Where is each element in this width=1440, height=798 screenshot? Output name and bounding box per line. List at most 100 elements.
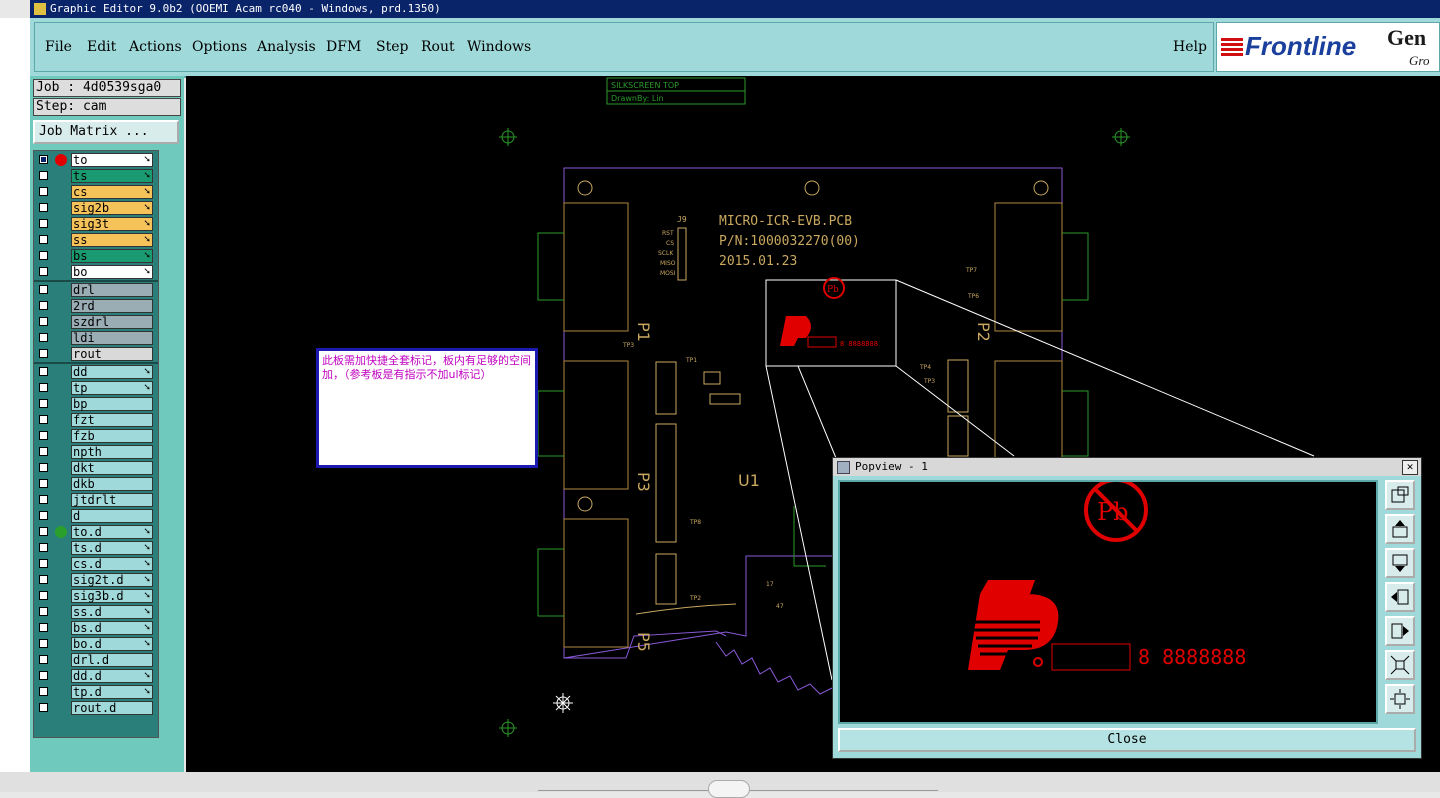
layer-row[interactable]: rout xyxy=(34,346,158,362)
layer-row[interactable]: tp ➘ xyxy=(34,380,158,396)
menu-rout[interactable]: Rout xyxy=(421,39,455,55)
layer-name[interactable]: fzb xyxy=(71,429,153,443)
layer-name[interactable]: ts ➘ xyxy=(71,169,153,183)
layer-checkbox[interactable] xyxy=(39,203,48,212)
layer-row[interactable]: dd ➘ xyxy=(34,364,158,380)
layer-checkbox[interactable] xyxy=(39,415,48,424)
layer-row[interactable]: cs ➘ xyxy=(34,184,158,200)
layer-checkbox[interactable] xyxy=(39,543,48,552)
layer-row[interactable]: ts.d ➘ xyxy=(34,540,158,556)
layer-name[interactable]: to.d ➘ xyxy=(71,525,153,539)
layer-name[interactable]: sig3t ➘ xyxy=(71,217,153,231)
layer-checkbox[interactable] xyxy=(39,367,48,376)
layer-name[interactable]: sig2b ➘ xyxy=(71,201,153,215)
layer-row[interactable]: fzb xyxy=(34,428,158,444)
layer-name[interactable]: bs ➘ xyxy=(71,249,153,263)
layer-name[interactable]: bo.d ➘ xyxy=(71,637,153,651)
layer-row[interactable]: drl xyxy=(34,282,158,298)
layer-checkbox[interactable] xyxy=(39,333,48,342)
layer-name[interactable]: bo ➘ xyxy=(71,265,153,279)
popview-close-icon[interactable]: ✕ xyxy=(1402,460,1418,475)
layer-row[interactable]: jtdrlt xyxy=(34,492,158,508)
popview-titlebar[interactable]: Popview - 1 ✕ xyxy=(833,458,1421,476)
menu-file[interactable]: File xyxy=(45,39,72,55)
layer-row[interactable]: ts ➘ xyxy=(34,168,158,184)
layer-row[interactable]: bo.d ➘ xyxy=(34,636,158,652)
layer-row[interactable]: npth xyxy=(34,444,158,460)
layer-row[interactable]: d xyxy=(34,508,158,524)
layer-checkbox[interactable] xyxy=(39,447,48,456)
layer-name[interactable]: fzt xyxy=(71,413,153,427)
layer-row[interactable]: bs ➘ xyxy=(34,248,158,264)
pan-up-icon[interactable] xyxy=(1385,514,1415,544)
layer-row[interactable]: ss ➘ xyxy=(34,232,158,248)
layer-checkbox[interactable] xyxy=(39,495,48,504)
popview-close-button[interactable]: Close xyxy=(838,728,1416,752)
layer-row[interactable]: dkb xyxy=(34,476,158,492)
layer-checkbox[interactable] xyxy=(39,671,48,680)
layer-name[interactable]: sig3b.d ➘ xyxy=(71,589,153,603)
layer-row[interactable]: szdrl xyxy=(34,314,158,330)
layer-name[interactable]: ldi xyxy=(71,331,153,345)
layer-checkbox[interactable] xyxy=(39,187,48,196)
layer-name[interactable]: sig2t.d ➘ xyxy=(71,573,153,587)
layer-row[interactable]: ss.d ➘ xyxy=(34,604,158,620)
layer-row[interactable]: bp xyxy=(34,396,158,412)
layer-name[interactable]: ss.d ➘ xyxy=(71,605,153,619)
layer-row[interactable]: ldi xyxy=(34,330,158,346)
layer-checkbox[interactable] xyxy=(39,511,48,520)
layer-checkbox[interactable] xyxy=(39,349,48,358)
layer-checkbox[interactable] xyxy=(39,703,48,712)
layer-name[interactable]: rout xyxy=(71,347,153,361)
layer-name[interactable]: dkb xyxy=(71,477,153,491)
zoom-area-icon[interactable] xyxy=(1385,480,1415,510)
layer-name[interactable]: bs.d ➘ xyxy=(71,621,153,635)
layer-checkbox[interactable] xyxy=(39,607,48,616)
layer-name[interactable]: dkt xyxy=(71,461,153,475)
menu-help[interactable]: Help xyxy=(1173,39,1207,55)
layer-row[interactable]: fzt xyxy=(34,412,158,428)
layer-row[interactable]: sig2b ➘ xyxy=(34,200,158,216)
layer-checkbox[interactable] xyxy=(39,527,48,536)
layer-name[interactable]: bp xyxy=(71,397,153,411)
layer-checkbox[interactable] xyxy=(39,267,48,276)
layer-row[interactable]: dd.d ➘ xyxy=(34,668,158,684)
layer-checkbox[interactable] xyxy=(39,301,48,310)
zoom-out-icon[interactable] xyxy=(1385,650,1415,680)
layer-checkbox[interactable] xyxy=(39,655,48,664)
layer-checkbox[interactable] xyxy=(39,317,48,326)
pan-right-icon[interactable] xyxy=(1385,616,1415,646)
popview-canvas[interactable]: Pb 8 8888888 xyxy=(838,480,1378,724)
layer-checkbox[interactable] xyxy=(39,155,48,164)
layer-checkbox[interactable] xyxy=(39,463,48,472)
layer-row[interactable]: cs.d ➘ xyxy=(34,556,158,572)
layer-name[interactable]: to ➘ xyxy=(71,153,153,167)
menu-analysis[interactable]: Analysis xyxy=(257,39,316,55)
pan-left-icon[interactable] xyxy=(1385,582,1415,612)
layer-name[interactable]: drl.d xyxy=(71,653,153,667)
layer-checkbox[interactable] xyxy=(39,431,48,440)
layer-checkbox[interactable] xyxy=(39,575,48,584)
layer-row[interactable]: to.d ➘ xyxy=(34,524,158,540)
layer-row[interactable]: bo ➘ xyxy=(34,264,158,280)
menu-actions[interactable]: Actions xyxy=(129,39,182,55)
layer-checkbox[interactable] xyxy=(39,219,48,228)
layer-checkbox[interactable] xyxy=(39,479,48,488)
layer-checkbox[interactable] xyxy=(39,235,48,244)
layer-row[interactable]: tp.d ➘ xyxy=(34,684,158,700)
layer-name[interactable]: drl xyxy=(71,283,153,297)
start-orb-icon[interactable] xyxy=(708,780,750,798)
layer-name[interactable]: jtdrlt xyxy=(71,493,153,507)
layer-checkbox[interactable] xyxy=(39,171,48,180)
layer-name[interactable]: ts.d ➘ xyxy=(71,541,153,555)
layer-row[interactable]: sig2t.d ➘ xyxy=(34,572,158,588)
menu-dfm[interactable]: DFM xyxy=(326,39,361,55)
menu-step[interactable]: Step xyxy=(376,39,408,55)
layer-checkbox[interactable] xyxy=(39,623,48,632)
sticky-note[interactable]: 此板需加快捷全套标记，板内有足够的空间加，（参考板是有指示不加ul标记） xyxy=(316,348,538,468)
pan-down-icon[interactable] xyxy=(1385,548,1415,578)
layer-name[interactable]: dd ➘ xyxy=(71,365,153,379)
job-matrix-button[interactable]: Job Matrix ... xyxy=(33,120,179,144)
layer-name[interactable]: dd.d ➘ xyxy=(71,669,153,683)
layer-checkbox[interactable] xyxy=(39,285,48,294)
